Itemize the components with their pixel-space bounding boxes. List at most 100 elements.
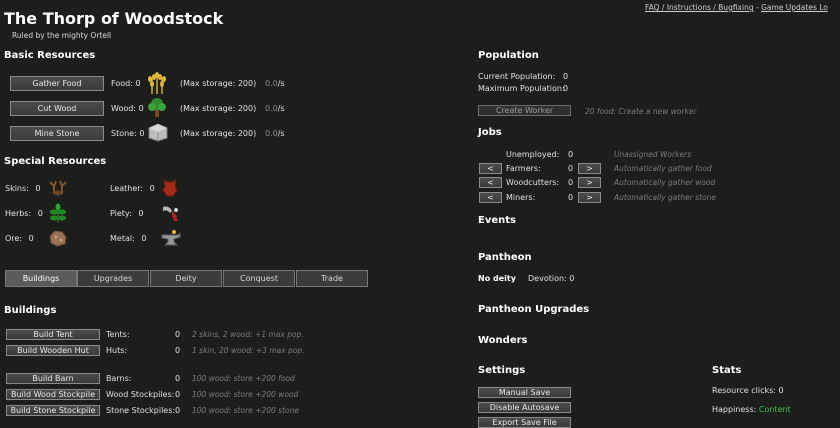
unemployed-value: 0: [568, 150, 574, 159]
herbs-label: Herbs: 0: [5, 209, 43, 218]
food-value: 0: [135, 79, 141, 88]
max-population-label: Maximum Population:: [478, 84, 565, 93]
miners-label: Miners:: [506, 193, 536, 202]
wood-storage: (Max storage: 200): [180, 104, 257, 113]
piety-chalice-icon: [163, 206, 178, 221]
top-links: FAQ / Instructions / Bugfixing - Game Up…: [645, 3, 828, 12]
build-stone-stockpile-button[interactable]: Build Stone Stockpile: [6, 405, 100, 416]
stone-stockpiles-desc: 100 wood: store +200 stone: [192, 406, 299, 415]
woodcutters-decrease-button[interactable]: <: [479, 177, 502, 188]
wood-rate: 0.0/s: [265, 104, 285, 113]
devotion: Devotion: 0: [528, 274, 575, 283]
mine-stone-button[interactable]: Mine Stone: [10, 126, 104, 141]
herb-icon: [50, 203, 66, 222]
export-save-button[interactable]: Export Save File: [478, 417, 571, 428]
miners-decrease-button[interactable]: <: [479, 192, 502, 203]
tab-deity[interactable]: Deity: [150, 270, 222, 287]
piety-label: Piety: 0: [110, 209, 144, 218]
tents-label: Tents:: [106, 330, 130, 339]
settings-heading: Settings: [478, 365, 526, 376]
events-heading: Events: [478, 215, 516, 226]
leather-label: Leather: 0: [110, 184, 155, 193]
happiness-value: Content: [758, 405, 791, 414]
create-worker-desc: 20 food: Create a new worker: [585, 107, 697, 116]
population-heading: Population: [478, 50, 539, 61]
tab-buildings[interactable]: Buildings: [5, 270, 77, 287]
unemployed-desc: Unassigned Workers: [614, 150, 692, 159]
piety-value: 0: [138, 209, 144, 218]
manual-save-button[interactable]: Manual Save: [478, 387, 571, 398]
create-worker-button[interactable]: Create Worker: [478, 105, 571, 116]
devotion-value: 0: [569, 274, 575, 283]
stone-stockpiles-value: 0: [175, 406, 181, 415]
basic-resources-heading: Basic Resources: [4, 50, 96, 61]
updates-link[interactable]: Game Updates Lo: [761, 3, 828, 12]
tents-desc: 2 skins, 2 wood: +1 max pop.: [192, 330, 304, 339]
wheat-icon: [148, 72, 166, 94]
skins-label: Skins: 0: [5, 184, 41, 193]
wonders-heading: Wonders: [478, 335, 528, 346]
antlers-icon: [49, 180, 67, 196]
build-barn-button[interactable]: Build Barn: [6, 373, 100, 384]
page-title: The Thorp of Woodstock: [4, 9, 224, 28]
woodcutters-label: Woodcutters:: [506, 178, 560, 187]
tab-upgrades[interactable]: Upgrades: [77, 270, 149, 287]
deity-name: No deity: [478, 274, 516, 283]
woodcutters-increase-button[interactable]: >: [578, 177, 601, 188]
huts-value: 0: [175, 346, 181, 355]
stone-block-icon: [148, 123, 168, 142]
tree-icon: [148, 98, 166, 117]
miners-value: 0: [568, 193, 574, 202]
anvil-icon: [161, 230, 181, 246]
resource-clicks-value: 0: [778, 386, 784, 395]
unemployed-label: Unemployed:: [506, 150, 560, 159]
tab-conquest[interactable]: Conquest: [223, 270, 295, 287]
build-tent-button[interactable]: Build Tent: [6, 329, 100, 340]
happiness: Happiness: Content: [712, 405, 791, 414]
wood-stockpiles-desc: 100 wood: store +200 wood: [192, 390, 299, 399]
disable-autosave-button[interactable]: Disable Autosave: [478, 402, 571, 413]
farmers-decrease-button[interactable]: <: [479, 163, 502, 174]
leather-hide-icon: [162, 179, 178, 197]
metal-label: Metal: 0: [110, 234, 147, 243]
links-separator: -: [753, 3, 762, 12]
tents-value: 0: [175, 330, 181, 339]
skins-value: 0: [35, 184, 41, 193]
barns-value: 0: [175, 374, 181, 383]
ore-rock-icon: [49, 230, 67, 247]
stone-rate: 0.0/s: [265, 129, 285, 138]
ore-label: Ore: 0: [5, 234, 34, 243]
ruler-subtitle: Ruled by the mighty Ortell: [12, 31, 112, 40]
build-wood-stockpile-button[interactable]: Build Wood Stockpile: [6, 389, 100, 400]
pantheon-heading: Pantheon: [478, 252, 532, 263]
stats-heading: Stats: [712, 365, 742, 376]
woodcutters-value: 0: [568, 178, 574, 187]
farmers-value: 0: [568, 164, 574, 173]
farmers-increase-button[interactable]: >: [578, 163, 601, 174]
metal-value: 0: [141, 234, 147, 243]
stone-storage: (Max storage: 200): [180, 129, 257, 138]
miners-increase-button[interactable]: >: [578, 192, 601, 203]
huts-desc: 1 skin, 20 wood: +3 max pop.: [192, 346, 305, 355]
jobs-heading: Jobs: [478, 127, 502, 138]
gather-food-button[interactable]: Gather Food: [10, 76, 104, 91]
stone-value: 0: [139, 129, 145, 138]
build-wooden-hut-button[interactable]: Build Wooden Hut: [6, 345, 100, 356]
food-rate: 0.0/s: [265, 79, 285, 88]
wood-stockpiles-label: Wood Stockpiles:: [106, 390, 175, 399]
resource-clicks: Resource clicks: 0: [712, 386, 784, 395]
stone-stockpiles-label: Stone Stockpiles:: [106, 406, 176, 415]
food-label: Food: 0: [111, 79, 141, 88]
current-population-value: 0: [563, 72, 569, 81]
tab-trade[interactable]: Trade: [296, 270, 368, 287]
wood-stockpiles-value: 0: [175, 390, 181, 399]
faq-link[interactable]: FAQ / Instructions / Bugfixing: [645, 3, 754, 12]
farmers-desc: Automatically gather food: [614, 164, 712, 173]
huts-label: Huts:: [106, 346, 128, 355]
barns-label: Barns:: [106, 374, 132, 383]
food-storage: (Max storage: 200): [180, 79, 257, 88]
wood-label: Wood: 0: [111, 104, 144, 113]
farmers-label: Farmers:: [506, 164, 541, 173]
ore-value: 0: [28, 234, 34, 243]
cut-wood-button[interactable]: Cut Wood: [10, 101, 104, 116]
